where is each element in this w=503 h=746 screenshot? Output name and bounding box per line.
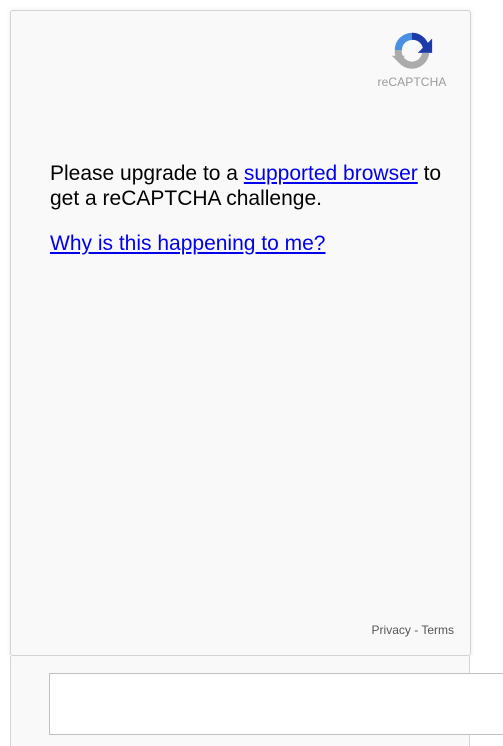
recaptcha-logo-text: reCAPTCHA — [377, 75, 447, 89]
terms-link[interactable]: Terms — [421, 623, 454, 637]
response-input[interactable] — [49, 673, 503, 735]
footer-separator: - — [410, 623, 422, 637]
why-is-this-happening-link[interactable]: Why is this happening to me? — [50, 231, 325, 256]
message-prefix: Please upgrade to a — [50, 162, 244, 185]
recaptcha-logo: reCAPTCHA — [372, 27, 452, 89]
upgrade-message: Please upgrade to a supported browser to… — [50, 161, 445, 211]
recaptcha-card: reCAPTCHA Please upgrade to a supported … — [10, 10, 471, 656]
supported-browser-link[interactable]: supported browser — [244, 162, 418, 185]
recaptcha-logo-icon — [391, 32, 433, 69]
footer-links: Privacy - Terms — [372, 623, 454, 637]
privacy-link[interactable]: Privacy — [372, 623, 411, 637]
